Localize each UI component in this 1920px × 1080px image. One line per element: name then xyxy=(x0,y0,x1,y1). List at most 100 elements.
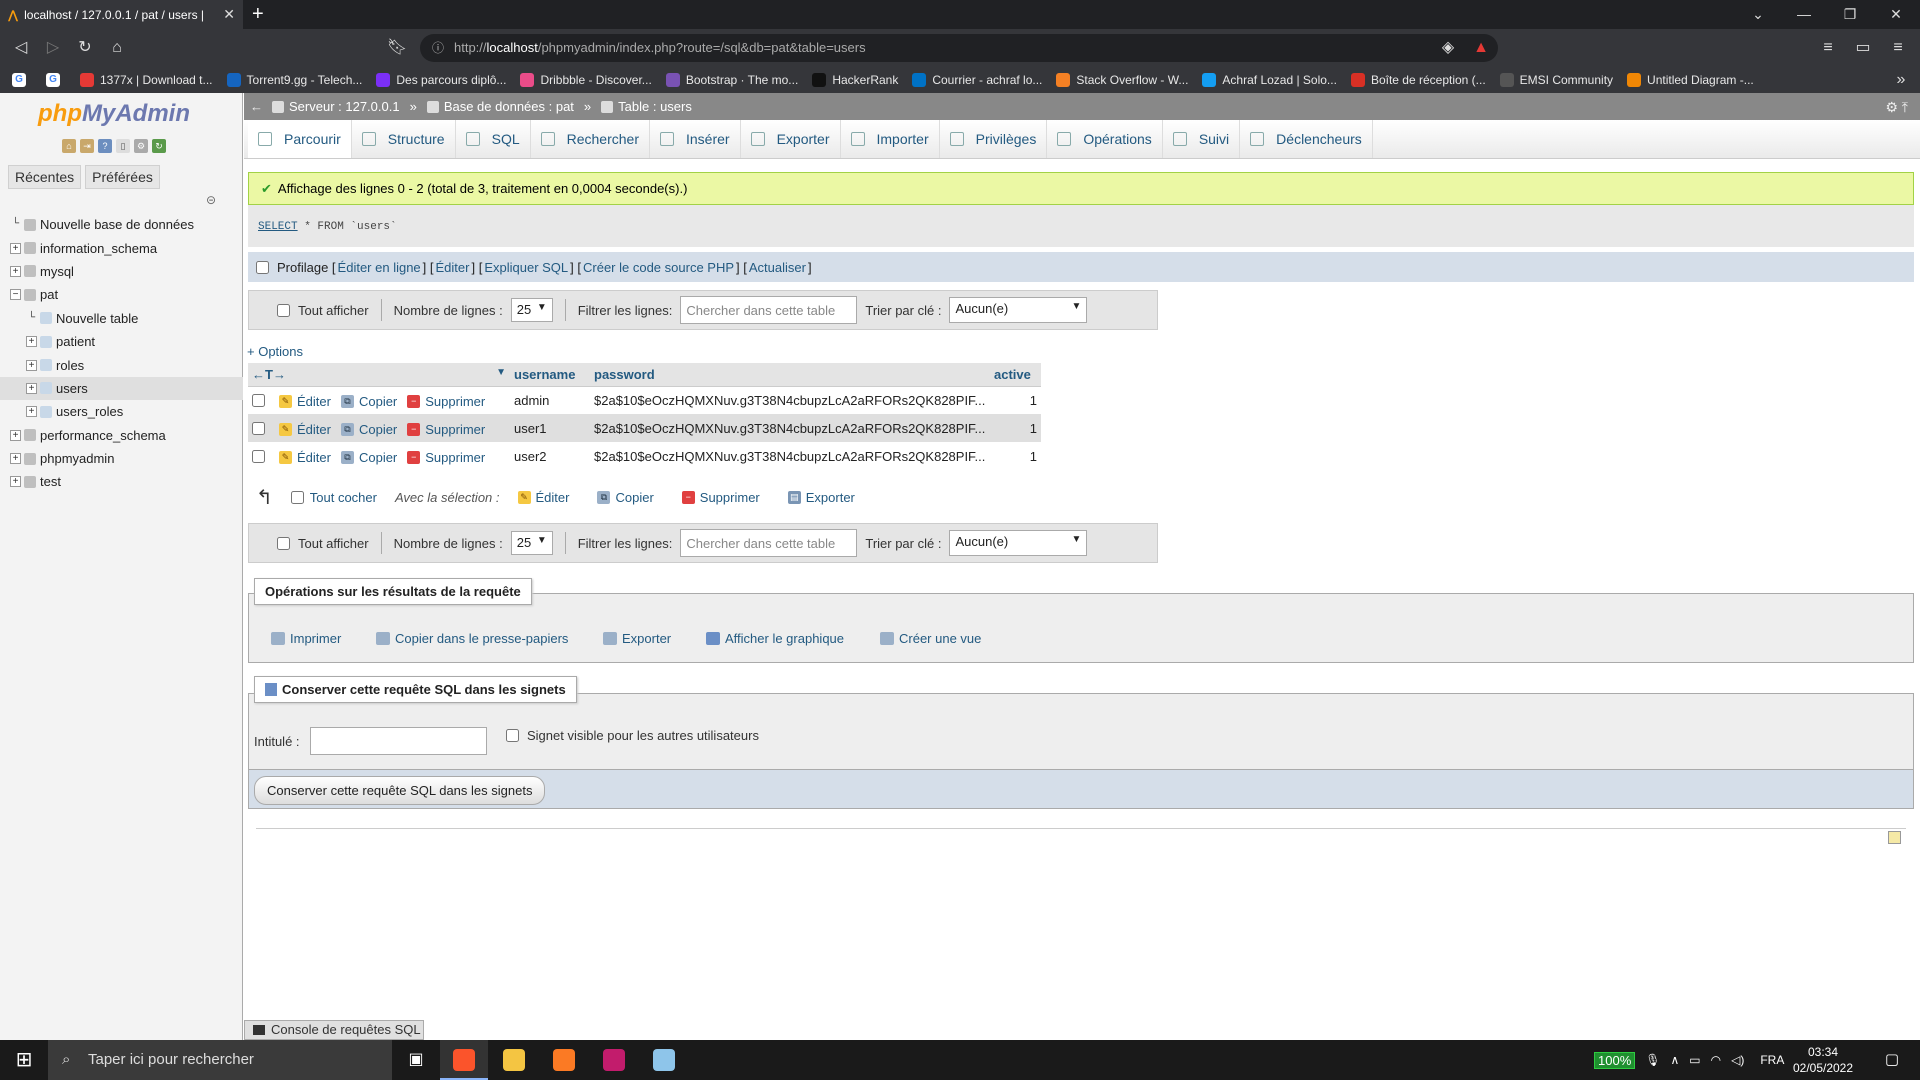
menu-icon[interactable]: ≡ xyxy=(1883,29,1913,67)
expand-toggle-icon[interactable]: + xyxy=(26,336,37,348)
tab-structure[interactable]: Structure xyxy=(352,120,456,158)
explain-sql-link[interactable]: Expliquer SQL xyxy=(484,260,568,275)
sort-by-key-select[interactable]: Aucun(e) ▼ xyxy=(949,530,1088,556)
tree-item-performance-schema[interactable]: + performance_schema xyxy=(0,424,243,447)
cell-active[interactable]: 1 xyxy=(990,442,1041,470)
bookmark-label-input[interactable] xyxy=(310,727,487,755)
expand-toggle-icon[interactable]: + xyxy=(10,429,21,441)
bookmark-visible-checkbox[interactable] xyxy=(506,729,519,742)
expand-toggle-icon[interactable]: + xyxy=(10,242,21,254)
row-delete-button[interactable]: − Supprimer xyxy=(407,394,485,409)
cell-active[interactable]: 1 xyxy=(990,414,1041,442)
row-copy-button[interactable]: ⧉ Copier xyxy=(340,394,397,409)
bookmark-item[interactable]: Untitled Diagram -... xyxy=(1627,73,1754,87)
display-chart-link[interactable]: Afficher le graphique xyxy=(706,631,844,646)
row-edit-button[interactable]: ✎ Éditer xyxy=(279,394,331,409)
collapse-panel-icon[interactable]: ← xyxy=(250,99,263,114)
column-header-username[interactable]: username xyxy=(510,363,590,387)
notifications-icon[interactable]: ▢ xyxy=(1872,1040,1912,1080)
tree-item-roles[interactable]: + roles xyxy=(0,353,243,376)
cell-username[interactable]: user1 xyxy=(510,414,590,442)
minimize-button[interactable]: — xyxy=(1781,0,1827,29)
file-explorer-icon[interactable] xyxy=(490,1040,538,1080)
row-copy-button[interactable]: ⧉ Copier xyxy=(340,450,397,465)
expand-toggle-icon[interactable]: + xyxy=(10,476,21,488)
row-edit-button[interactable]: ✎ Éditer xyxy=(279,422,331,437)
tree-item-patient[interactable]: + patient xyxy=(0,330,243,353)
tab-sql[interactable]: SQL xyxy=(456,120,531,158)
bookmark-item[interactable]: Dribbble - Discover... xyxy=(520,73,652,87)
expand-toggle-icon[interactable]: + xyxy=(10,453,21,465)
copy-clipboard-link[interactable]: Copier dans le presse-papiers xyxy=(376,631,568,646)
bulk-delete-button[interactable]: − Supprimer xyxy=(681,490,760,505)
restore-button[interactable]: ❐ xyxy=(1827,0,1873,29)
back-icon[interactable]: ◁ xyxy=(6,29,36,67)
bookmark-item[interactable]: Torrent9.gg - Telech... xyxy=(226,73,362,87)
sql-console-toggle[interactable]: Console de requêtes SQL xyxy=(244,1020,424,1040)
bookmark-item[interactable]: HackerRank xyxy=(812,73,898,87)
taskbar-search-input[interactable]: ⌕ Taper ici pour rechercher xyxy=(48,1040,392,1080)
tree-item-users-roles[interactable]: + users_roles xyxy=(0,400,243,423)
task-view-icon[interactable]: ▣ xyxy=(392,1040,440,1080)
show-hidden-icons-icon[interactable]: ∧ xyxy=(1670,1053,1679,1067)
expand-toggle-icon[interactable]: + xyxy=(26,382,37,394)
brave-browser-icon[interactable] xyxy=(440,1040,488,1080)
help-icon[interactable]: ? xyxy=(98,139,112,153)
intellij-icon[interactable] xyxy=(590,1040,638,1080)
rows-per-page-select[interactable]: 25 ▼ xyxy=(510,298,553,322)
logout-icon[interactable]: ⇥ xyxy=(80,139,94,153)
reading-list-icon[interactable]: ≡ xyxy=(1813,29,1843,67)
filter-rows-input[interactable]: Chercher dans cette table xyxy=(680,529,858,557)
tree-item-nouvelle-base-de-donn-es[interactable]: └ Nouvelle base de données xyxy=(0,213,243,236)
refresh-link[interactable]: Actualiser xyxy=(749,260,806,275)
browser-tab[interactable]: ⋀ localhost / 127.0.0.1 / pat / users | … xyxy=(0,0,243,29)
tab-triggers[interactable]: Déclencheurs xyxy=(1240,120,1373,158)
tree-item-pat[interactable]: − pat xyxy=(0,283,243,306)
notepad-app-icon[interactable] xyxy=(640,1040,688,1080)
address-bar[interactable]: ⓘ http://localhost/phpmyadmin/index.php?… xyxy=(420,34,1498,62)
column-header-active[interactable]: active xyxy=(990,363,1041,387)
docs-icon[interactable]: ▯ xyxy=(116,139,130,153)
bookmark-page-icon[interactable]: 🔖︎ xyxy=(382,29,412,67)
battery-indicator[interactable]: 100% xyxy=(1594,1051,1636,1069)
expand-toggle-icon[interactable]: + xyxy=(10,265,21,277)
bookmark-item[interactable]: G xyxy=(12,73,32,87)
print-link[interactable]: Imprimer xyxy=(271,631,341,646)
cell-username[interactable]: admin xyxy=(510,386,590,414)
cell-password[interactable]: $2a$10$eOczHQMXNuv.g3T38N4cbupzLcA2aRFOR… xyxy=(590,442,990,470)
bulk-copy-button[interactable]: ⧉ Copier xyxy=(597,490,654,505)
row-delete-button[interactable]: − Supprimer xyxy=(407,450,485,465)
windows-start-icon[interactable]: ⊞ xyxy=(0,1040,48,1080)
show-all-checkbox[interactable] xyxy=(277,536,290,550)
brave-rewards-icon[interactable]: ▲ xyxy=(1466,29,1496,67)
tab-browse[interactable]: Parcourir xyxy=(248,120,352,158)
settings-icon[interactable]: ⚙ xyxy=(134,139,148,153)
sql-keyword-link[interactable]: SELECT xyxy=(258,221,298,233)
network-icon[interactable]: ◠ xyxy=(1711,1053,1721,1067)
tab-search[interactable]: Rechercher xyxy=(531,120,650,158)
close-tab-icon[interactable]: ✕ xyxy=(223,6,235,23)
brave-shield-icon[interactable]: ◈ xyxy=(1433,29,1463,67)
sort-by-key-select[interactable]: Aucun(e) ▼ xyxy=(949,297,1088,323)
row-delete-button[interactable]: − Supprimer xyxy=(407,422,485,437)
microphone-icon[interactable]: 🎙︎ xyxy=(1645,1053,1660,1067)
new-tab-button[interactable]: + xyxy=(252,2,264,26)
breadcrumb-database[interactable]: Base de données : pat xyxy=(426,99,574,114)
language-indicator[interactable]: FRA xyxy=(1760,1053,1784,1067)
favorite-tables-button[interactable]: Préférées xyxy=(85,165,160,189)
tab-operations[interactable]: Opérations xyxy=(1047,120,1163,158)
reload-icon[interactable]: ↻ xyxy=(70,29,100,67)
row-checkbox[interactable] xyxy=(252,449,265,463)
bookmark-item[interactable]: G xyxy=(46,73,66,87)
row-checkbox[interactable] xyxy=(252,421,265,435)
cell-active[interactable]: 1 xyxy=(990,386,1041,414)
cell-password[interactable]: $2a$10$eOczHQMXNuv.g3T38N4cbupzLcA2aRFOR… xyxy=(590,386,990,414)
print-view-icon[interactable] xyxy=(1888,831,1901,844)
export-results-link[interactable]: Exporter xyxy=(603,631,671,646)
expand-toggle-icon[interactable]: − xyxy=(10,289,21,301)
page-settings-icon[interactable]: ⚙ ⤒ xyxy=(1885,99,1908,116)
volume-icon[interactable]: ◁) xyxy=(1731,1053,1744,1067)
system-clock[interactable]: 03:34 02/05/2022 xyxy=(1790,1044,1856,1076)
tab-insert[interactable]: Insérer xyxy=(650,120,741,158)
tree-item-nouvelle-table[interactable]: └ Nouvelle table xyxy=(0,307,243,330)
